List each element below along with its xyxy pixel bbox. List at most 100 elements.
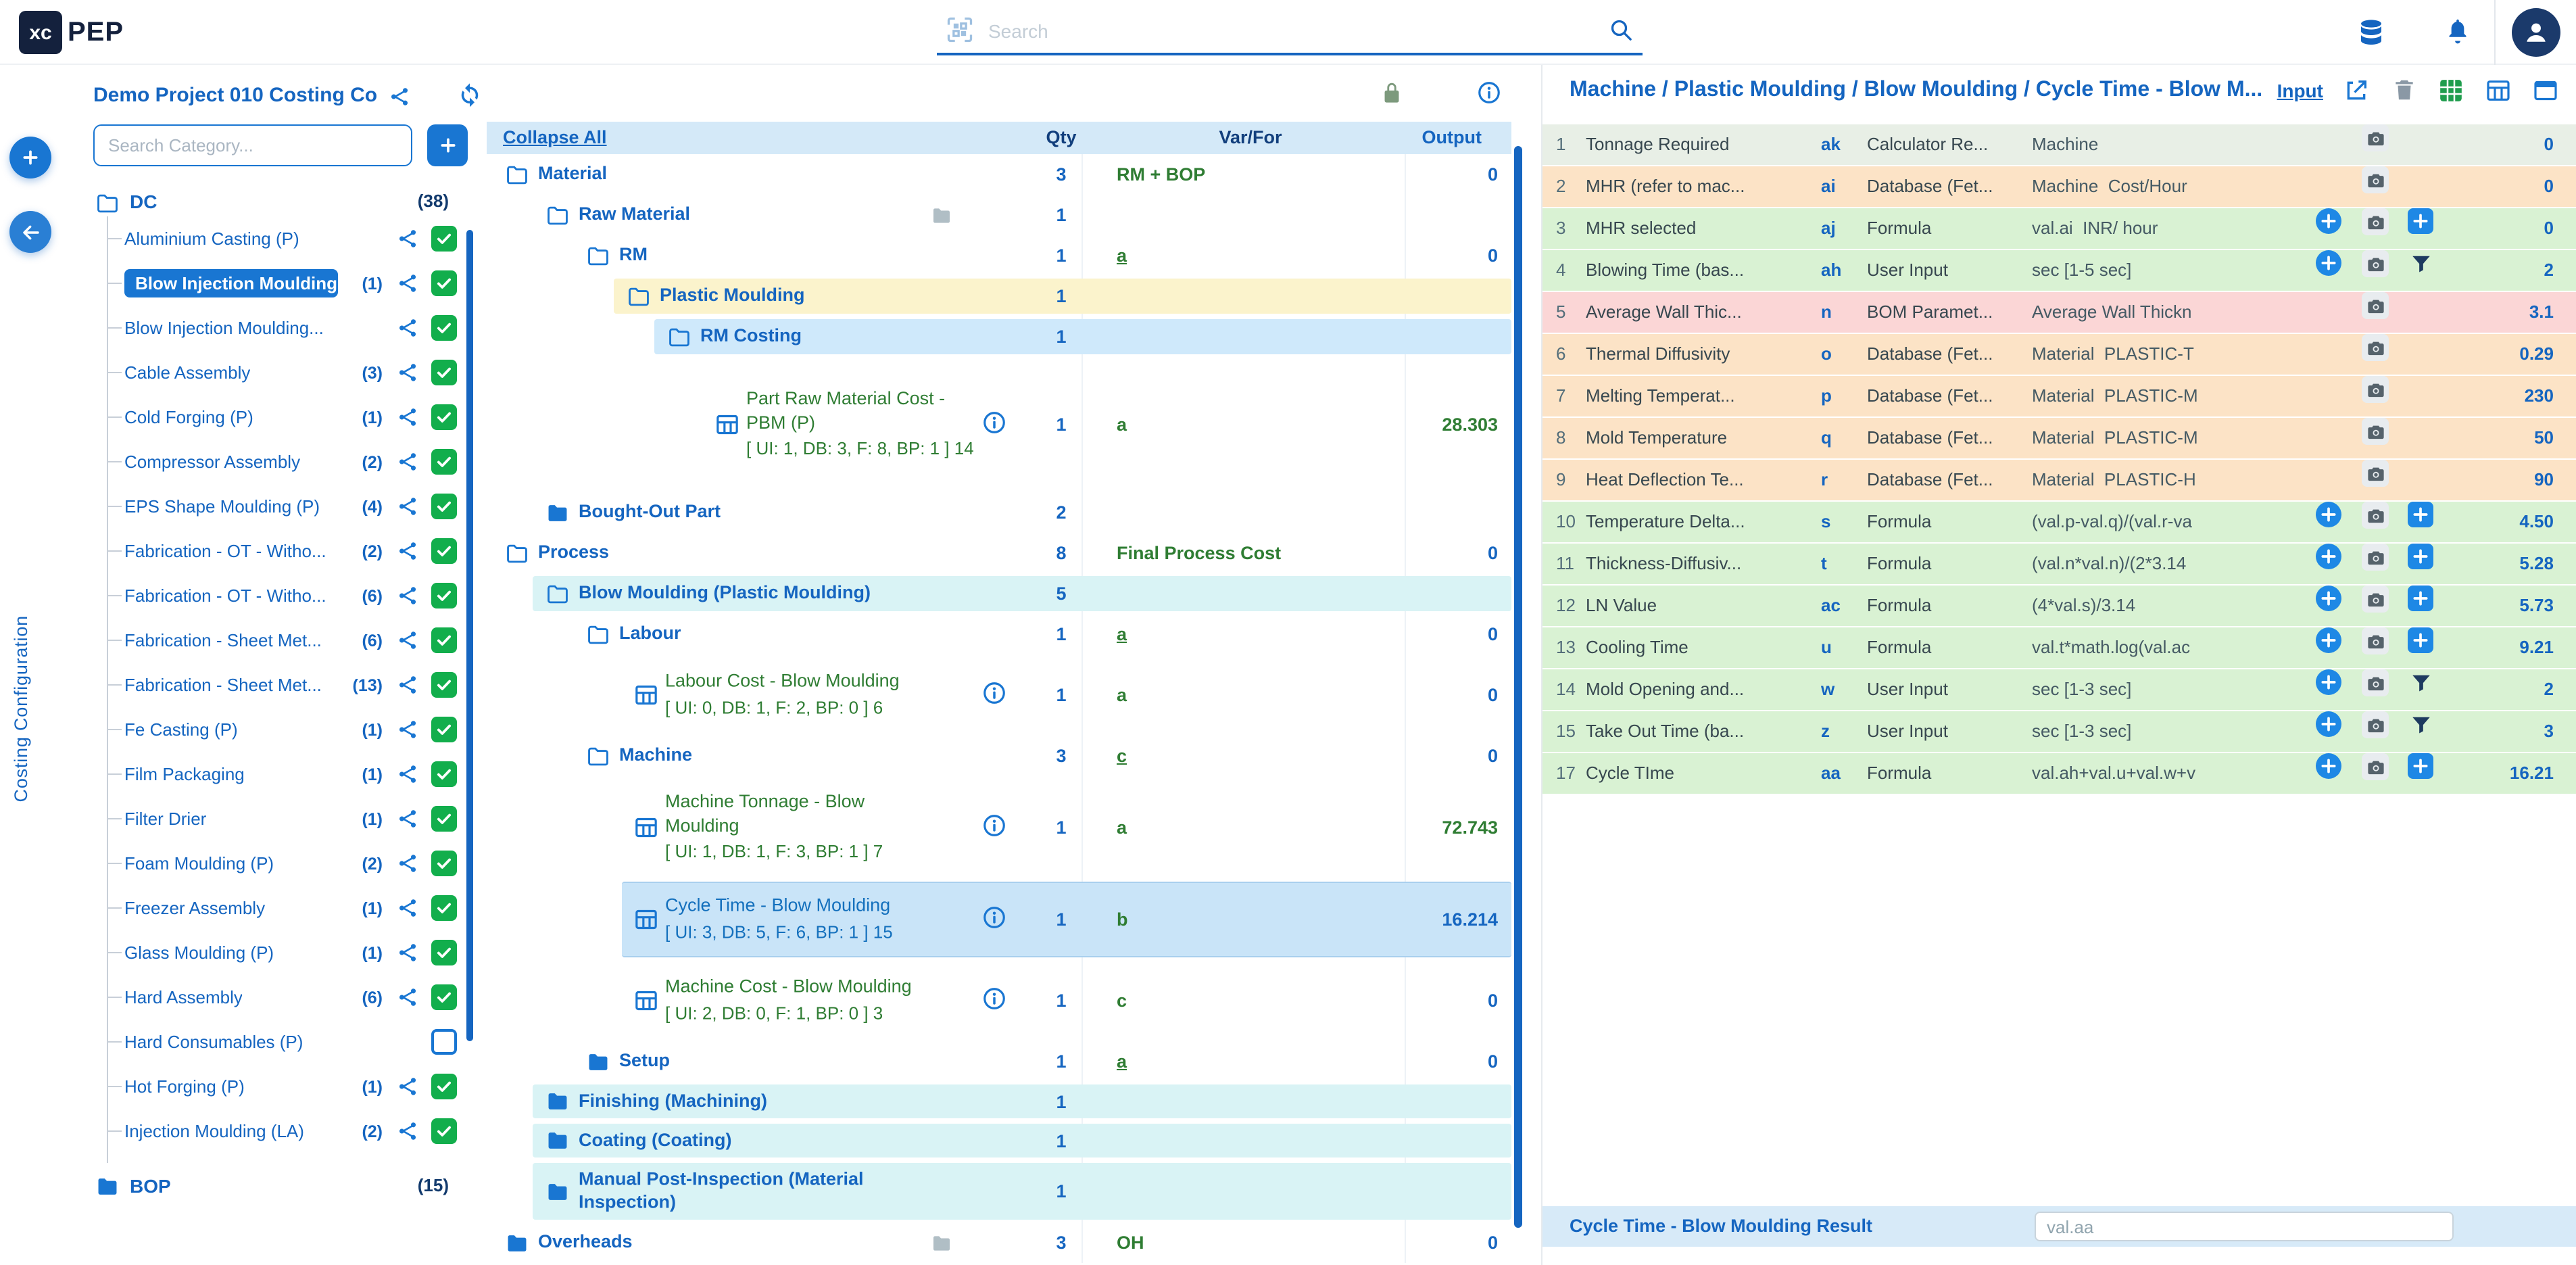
category-item[interactable]: Foam Moulding (P)(2): [70, 841, 479, 886]
tree-folder-row[interactable]: Plastic Moulding1: [487, 276, 1528, 316]
category-item[interactable]: Film Packaging(1): [70, 752, 479, 796]
parameter-row[interactable]: 2MHR (refer to mac...aiDatabase (Fet...M…: [1542, 166, 2576, 207]
card-view-icon[interactable]: [2531, 76, 2560, 104]
category-checkbox[interactable]: [431, 270, 457, 296]
parameter-row[interactable]: 6Thermal DiffusivityoDatabase (Fet...Mat…: [1542, 334, 2576, 375]
parameter-row[interactable]: 7Melting Temperat...pDatabase (Fet...Mat…: [1542, 376, 2576, 416]
share-icon[interactable]: [393, 671, 420, 698]
category-label[interactable]: Cable Assembly: [124, 362, 250, 383]
info-icon[interactable]: [981, 813, 1007, 842]
tree-folder-label[interactable]: Machine: [619, 744, 692, 767]
add-box-icon[interactable]: [2408, 627, 2433, 653]
parameter-row[interactable]: 11Thickness-Diffusiv...tFormula(val.n*va…: [1542, 544, 2576, 584]
folder-icon[interactable]: [665, 323, 692, 350]
share-icon[interactable]: [393, 627, 420, 654]
add-icon[interactable]: [2316, 627, 2341, 653]
open-in-new-icon[interactable]: [2342, 76, 2371, 104]
param-name[interactable]: Machine Tonnage - Blow Moulding: [665, 790, 935, 837]
share-icon[interactable]: [393, 582, 420, 609]
funnel-icon[interactable]: [2408, 250, 2433, 276]
lock-icon[interactable]: [1379, 80, 1406, 107]
camera-icon[interactable]: [2362, 418, 2389, 445]
category-item[interactable]: Hard Consumables (P): [70, 1020, 479, 1064]
category-checkbox[interactable]: [431, 404, 457, 430]
tree-folder-label[interactable]: Raw Material: [579, 204, 690, 226]
category-label[interactable]: Fabrication - OT - Witho...: [124, 541, 326, 561]
folder-icon[interactable]: [503, 540, 530, 567]
bop-folder-row[interactable]: BOP (15): [70, 1163, 479, 1212]
share-icon[interactable]: [393, 984, 420, 1011]
category-item[interactable]: Blow Injection Moulding...: [70, 306, 479, 350]
folder-icon[interactable]: [543, 201, 570, 229]
parameter-row[interactable]: 3MHR selectedajFormulaval.ai INR/ hour0: [1542, 208, 2576, 249]
category-checkbox[interactable]: [431, 1118, 457, 1144]
share-icon[interactable]: [393, 939, 420, 966]
tree-folder-row[interactable]: Blow Moulding (Plastic Moulding)5: [487, 573, 1528, 614]
folder-icon[interactable]: [543, 1088, 570, 1115]
category-count[interactable]: (1): [362, 274, 383, 293]
camera-icon[interactable]: [2362, 586, 2389, 613]
category-checkbox[interactable]: [431, 940, 457, 965]
parameter-row[interactable]: 4Blowing Time (bas...ahUser Inputsec [1-…: [1542, 250, 2576, 291]
folder-icon[interactable]: [543, 1127, 570, 1154]
category-label[interactable]: Injection Moulding (LA): [124, 1121, 304, 1141]
table-view-icon[interactable]: [2484, 76, 2512, 104]
tree-param-row[interactable]: Machine Cost - Blow Moulding[ UI: 2, DB:…: [487, 960, 1528, 1041]
category-item[interactable]: Cable Assembly(3): [70, 350, 479, 395]
category-count[interactable]: (1): [362, 765, 383, 784]
param-name[interactable]: Cycle Time - Blow Moulding: [665, 894, 893, 917]
category-count[interactable]: (6): [362, 631, 383, 650]
add-box-icon[interactable]: [2408, 753, 2433, 779]
folder-icon[interactable]: [584, 242, 611, 269]
info-icon[interactable]: [981, 905, 1007, 934]
category-label[interactable]: Blow Injection Moulding: [124, 269, 338, 297]
tree-folder-row[interactable]: RM Costing1: [487, 316, 1528, 357]
add-icon[interactable]: [2316, 711, 2341, 737]
camera-icon[interactable]: [2362, 502, 2389, 529]
category-count[interactable]: (2): [362, 542, 383, 560]
share-icon[interactable]: [393, 850, 420, 877]
share-icon[interactable]: [393, 225, 420, 252]
add-icon[interactable]: [2316, 208, 2341, 234]
category-item[interactable]: Fabrication - Sheet Met...(13): [70, 663, 479, 707]
tree-folder-row[interactable]: Raw Material1: [487, 195, 1528, 235]
add-box-icon[interactable]: [2408, 586, 2433, 611]
category-count[interactable]: (1): [362, 408, 383, 427]
share-icon[interactable]: [393, 761, 420, 788]
tree-folder-label[interactable]: Overheads: [538, 1231, 633, 1254]
share-icon[interactable]: [393, 805, 420, 832]
parameter-row[interactable]: 14Mold Opening and...wUser Inputsec [1-3…: [1542, 669, 2576, 710]
camera-icon[interactable]: [2362, 753, 2389, 780]
share-icon[interactable]: [393, 448, 420, 475]
tree-folder-row[interactable]: Labour1a0: [487, 614, 1528, 654]
funnel-icon[interactable]: [2408, 711, 2433, 737]
add-button[interactable]: [9, 137, 51, 178]
calculator-icon[interactable]: [633, 987, 660, 1014]
input-link[interactable]: Input: [2277, 79, 2323, 101]
global-search-input[interactable]: [986, 19, 1597, 43]
folder-icon[interactable]: [584, 1048, 611, 1075]
tree-folder-row[interactable]: Process8Final Process Cost0: [487, 533, 1528, 573]
folder-icon[interactable]: [584, 742, 611, 769]
result-input[interactable]: [2035, 1212, 2454, 1241]
add-box-icon[interactable]: [2408, 208, 2433, 234]
calculator-icon[interactable]: [633, 906, 660, 933]
tree-folder-label[interactable]: Bought-Out Part: [579, 501, 721, 524]
parameter-row[interactable]: 9Heat Deflection Te...rDatabase (Fet...M…: [1542, 460, 2576, 500]
share-icon[interactable]: [393, 716, 420, 743]
share-icon[interactable]: [384, 81, 414, 111]
var-value[interactable]: c: [1117, 746, 1127, 766]
category-checkbox[interactable]: [431, 583, 457, 608]
add-icon[interactable]: [2316, 544, 2341, 569]
category-item[interactable]: Freezer Assembly(1): [70, 886, 479, 930]
category-label[interactable]: Compressor Assembly: [124, 452, 300, 472]
add-icon[interactable]: [2316, 586, 2341, 611]
add-category-button[interactable]: [427, 124, 468, 166]
tree-folder-label[interactable]: Plastic Moulding: [660, 285, 805, 308]
tree-folder-label[interactable]: RM: [619, 244, 648, 267]
param-name[interactable]: Machine Cost - Blow Moulding: [665, 975, 912, 999]
add-icon[interactable]: [2316, 250, 2341, 276]
camera-icon[interactable]: [2362, 711, 2389, 738]
category-checkbox[interactable]: [431, 1029, 457, 1055]
share-icon[interactable]: [393, 493, 420, 520]
